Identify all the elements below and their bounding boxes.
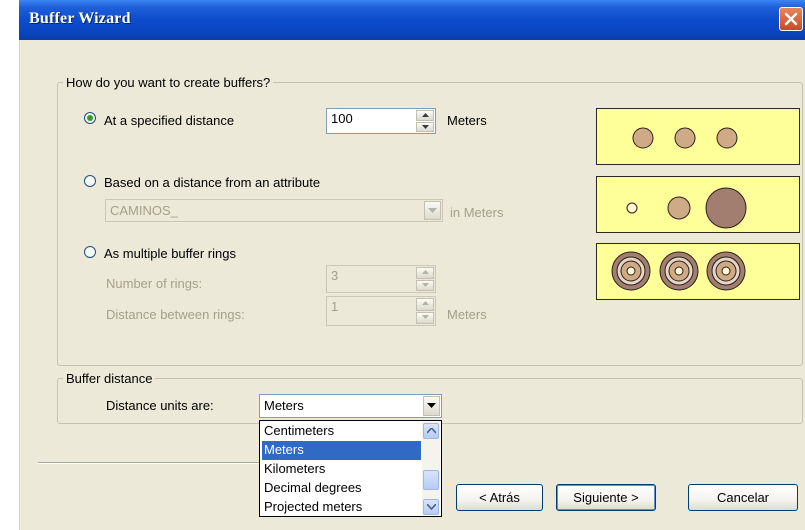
distance-spinner[interactable]: 100 <box>326 108 436 134</box>
dropdown-option-kilometers[interactable]: Kilometers <box>262 460 421 479</box>
next-button[interactable]: Siguiente > <box>556 484 656 511</box>
create-buffers-legend: How do you want to create buffers? <box>63 75 274 90</box>
dropdown-option-decimal-degrees[interactable]: Decimal degrees <box>262 479 421 498</box>
arrow-up-icon <box>427 428 436 434</box>
preview-specified-distance <box>596 108 800 165</box>
ring-distance-value: 1 <box>331 299 339 314</box>
distance-value: 100 <box>331 111 353 126</box>
attribute-field-value: CAMINOS_ <box>110 203 178 218</box>
arrow-up-icon <box>422 270 429 274</box>
arrow-up-icon <box>422 301 429 305</box>
arrow-down-icon <box>427 504 436 510</box>
rings-down-button[interactable] <box>416 279 434 291</box>
dropdown-option-meters[interactable]: Meters <box>262 441 421 460</box>
buffer-distance-legend: Buffer distance <box>63 371 156 386</box>
rings-spinner[interactable]: 3 <box>326 265 436 293</box>
dropdown-option-projected-meters[interactable]: Projected meters <box>262 498 421 516</box>
dropdown-option-centimeters[interactable]: Centimeters <box>262 422 421 441</box>
distance-units-dropdown-button[interactable] <box>423 396 440 416</box>
arrow-down-icon <box>422 124 429 129</box>
attribute-field-dropdown-button[interactable] <box>424 201 441 220</box>
scroll-thumb[interactable] <box>423 470 439 490</box>
distance-between-rings-label: Distance between rings: <box>106 307 245 322</box>
arrow-down-icon <box>422 282 429 287</box>
attribute-field-select[interactable]: CAMINOS_ <box>105 199 443 222</box>
variable-buffers-illustration <box>626 187 747 229</box>
title-bar: Buffer Wizard <box>19 0 805 40</box>
close-button[interactable] <box>779 7 803 31</box>
distance-units-value: Meters <box>264 398 304 413</box>
distance-up-button[interactable] <box>416 110 434 121</box>
attribute-unit-label: in Meters <box>450 205 504 220</box>
separator <box>38 462 288 464</box>
rings-value: 3 <box>331 268 339 283</box>
radio-attribute-distance[interactable] <box>84 175 96 187</box>
back-button[interactable]: < Atrás <box>456 484 543 511</box>
buffer-wizard-window: Buffer Wizard How do you want to create … <box>19 0 805 530</box>
chevron-down-icon <box>427 403 436 408</box>
preview-multiple-rings <box>596 243 800 300</box>
preview-attribute-distance <box>596 176 800 233</box>
window-title: Buffer Wizard <box>29 10 131 27</box>
number-of-rings-label: Number of rings: <box>106 276 203 291</box>
ring-buffers-illustration <box>611 251 746 291</box>
equal-buffers-illustration <box>632 127 738 149</box>
attribute-distance-label: Based on a distance from an attribute <box>104 175 321 190</box>
distance-down-button[interactable] <box>416 121 434 132</box>
distance-unit-label: Meters <box>447 113 487 128</box>
ring-distance-down-button[interactable] <box>416 311 434 324</box>
ring-distance-unit-label: Meters <box>447 307 487 322</box>
distance-units-label: Distance units are: <box>106 398 214 413</box>
close-icon <box>784 12 798 26</box>
scroll-down-button[interactable] <box>423 499 439 515</box>
ring-distance-up-button[interactable] <box>416 298 434 311</box>
cancel-button[interactable]: Cancelar <box>688 484 798 511</box>
distance-units-select[interactable]: Meters <box>259 394 442 418</box>
units-dropdown-list[interactable]: Centimeters Meters Kilometers Decimal de… <box>259 420 442 517</box>
scroll-up-button[interactable] <box>423 423 439 439</box>
multiple-rings-label: As multiple buffer rings <box>104 246 236 261</box>
radio-specified-distance[interactable] <box>84 112 96 124</box>
dropdown-scrollbar[interactable] <box>422 422 440 515</box>
ring-distance-spinner[interactable]: 1 <box>326 296 436 326</box>
arrow-down-icon <box>422 314 429 319</box>
arrow-up-icon <box>422 113 429 117</box>
specified-distance-label: At a specified distance <box>104 113 235 128</box>
chevron-down-icon <box>428 208 437 213</box>
radio-multiple-rings[interactable] <box>84 246 96 258</box>
rings-up-button[interactable] <box>416 267 434 279</box>
